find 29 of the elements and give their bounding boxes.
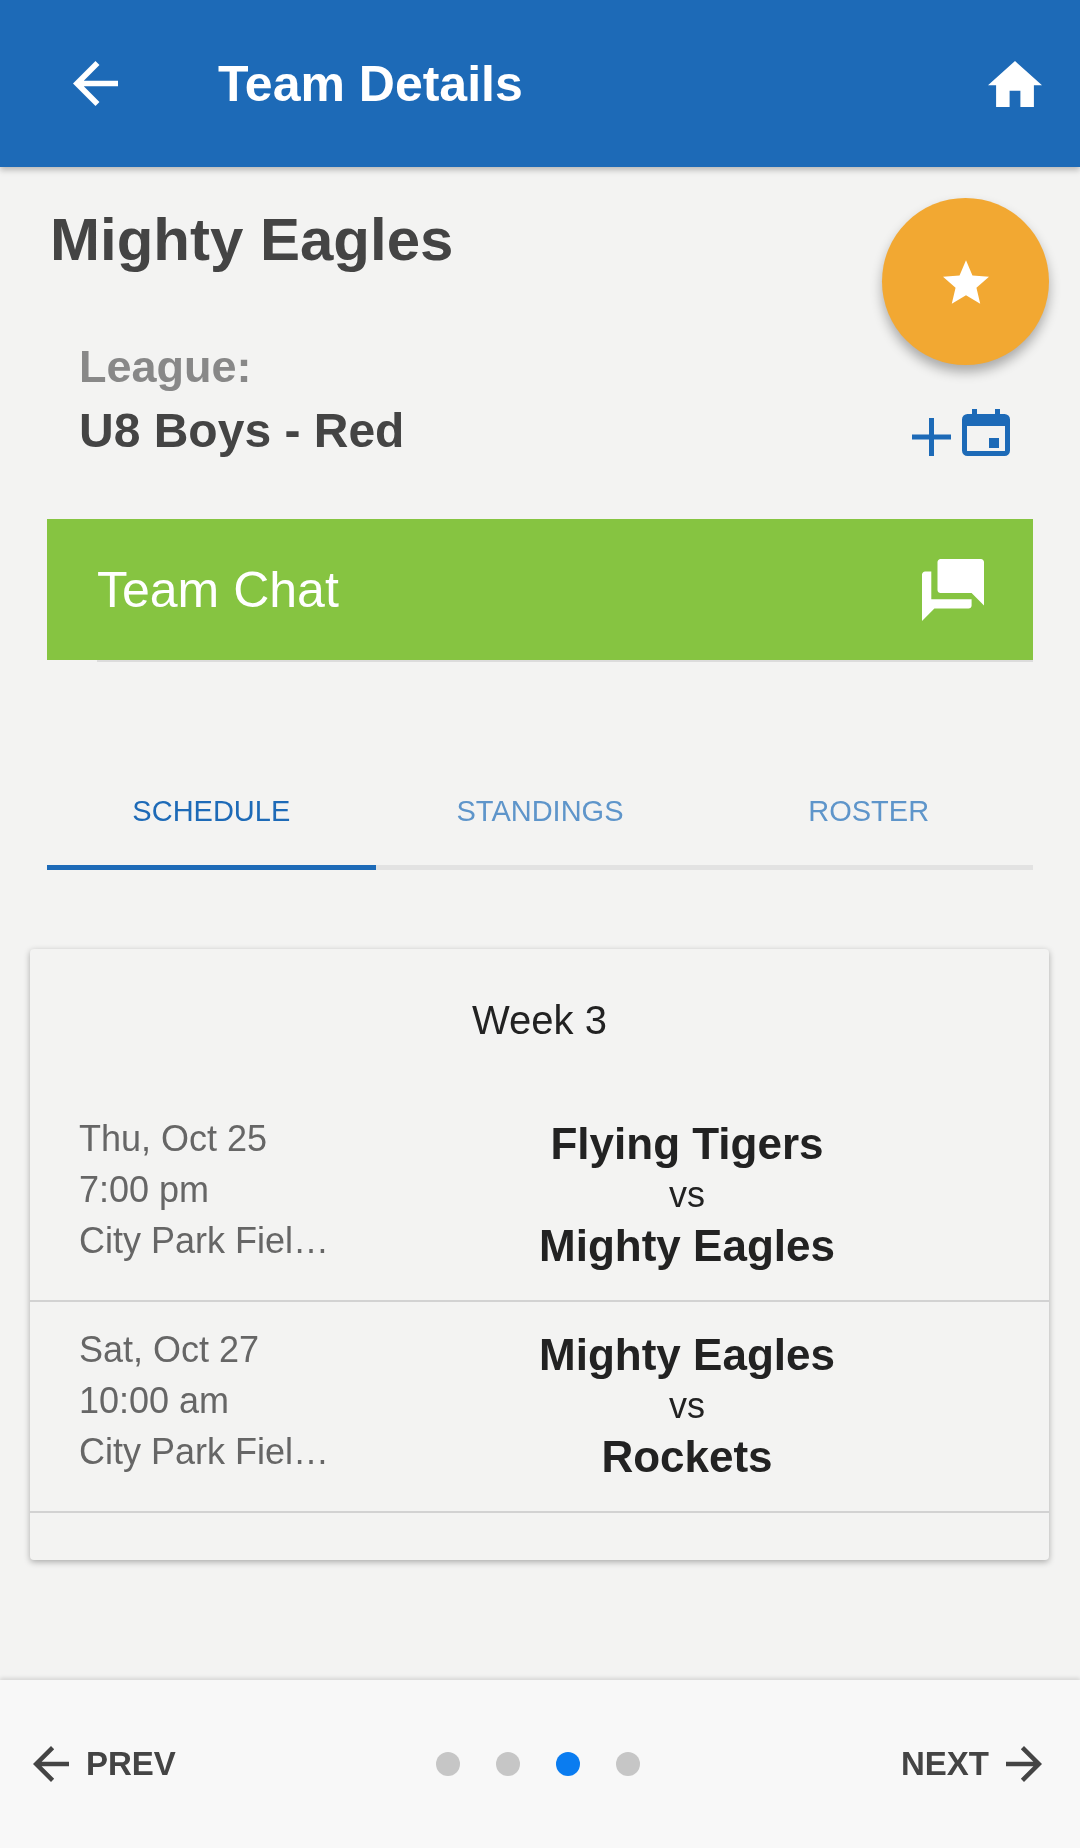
home-icon[interactable] <box>988 60 1042 107</box>
league-value: U8 Boys - Red <box>79 403 405 459</box>
game-time: 10:00 am <box>79 1379 230 1423</box>
versus-label: vs <box>669 1384 705 1428</box>
back-arrow-icon[interactable] <box>73 61 118 106</box>
team-name-heading: Mighty Eagles <box>50 205 454 275</box>
star-icon <box>942 259 989 304</box>
arrow-right-icon <box>1006 1746 1042 1782</box>
team-name: Mighty Eagles <box>539 1220 835 1272</box>
tab[interactable]: STANDINGS <box>375 763 705 870</box>
league-label: League: <box>79 340 252 394</box>
game-time: 7:00 pm <box>79 1168 210 1212</box>
week-label: Week 3 <box>472 998 607 1042</box>
arrow-left-icon <box>33 1746 69 1782</box>
next-button[interactable]: NEXT <box>901 1744 1042 1784</box>
game-date: Sat, Oct 27 <box>79 1328 260 1372</box>
tab[interactable]: SCHEDULE <box>47 763 376 870</box>
tab[interactable]: ROSTER <box>704 763 1033 870</box>
team-name: Flying Tigers <box>550 1118 824 1170</box>
team-name: Mighty Eagles <box>539 1329 835 1381</box>
screen-title: Team Details <box>218 54 523 114</box>
chat-bubbles-icon <box>920 558 986 621</box>
game-date: Thu, Oct 25 <box>79 1117 268 1161</box>
add-calendar-icon[interactable] <box>911 409 1010 456</box>
prev-button[interactable]: PREV <box>33 1744 176 1784</box>
game-location: City Park Fiel… <box>79 1219 330 1263</box>
game-location: City Park Fiel… <box>79 1430 330 1474</box>
versus-label: vs <box>669 1173 705 1217</box>
team-name: Rockets <box>601 1431 773 1483</box>
